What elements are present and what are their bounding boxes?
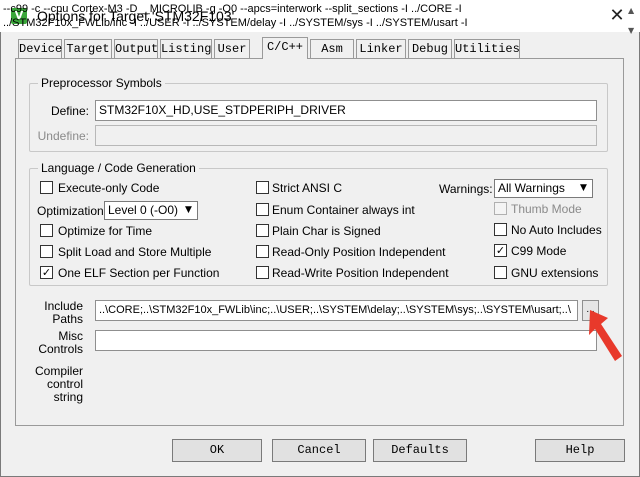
tab-listing[interactable]: Listing (160, 39, 212, 58)
warnings-label: Warnings: (439, 182, 493, 196)
scroll-up-icon[interactable]: ▲ (628, 6, 634, 15)
tab-device[interactable]: Device (18, 39, 62, 58)
optimize-time-label: Optimize for Time (58, 224, 153, 238)
cancel-button[interactable]: Cancel (272, 439, 366, 462)
preprocessor-group-title: Preprocessor Symbols (38, 76, 165, 90)
thumb-mode-checkbox[interactable] (494, 202, 507, 215)
compiler-label-line2: control (46, 377, 83, 391)
warnings-select[interactable]: All Warnings ▼ (494, 179, 593, 198)
strict-ansi-label: Strict ANSI C (272, 181, 343, 195)
compiler-label-line3: string (53, 390, 83, 404)
check-icon: ✓ (41, 266, 52, 279)
gnu-ext-label: GNU extensions (511, 266, 599, 280)
tab-debug[interactable]: Debug (408, 39, 452, 58)
strict-ansi-checkbox[interactable] (256, 181, 269, 194)
misc-controls-input[interactable] (95, 330, 597, 351)
c99-mode-label: C99 Mode (511, 244, 567, 258)
optimization-value: Level 0 (-O0) (108, 203, 179, 217)
execute-only-label: Execute-only Code (58, 181, 160, 195)
ok-button[interactable]: OK (172, 439, 262, 462)
misc-label-line1: Misc (58, 329, 83, 343)
define-label: Define: (50, 104, 89, 118)
plain-char-checkbox[interactable] (256, 224, 269, 237)
annotation-arrow-icon (589, 310, 622, 361)
compiler-string-line2: ../STM32F10x_FWLib/inc -I ../USER -I ../… (3, 17, 468, 29)
tab-asm[interactable]: Asm (310, 39, 354, 58)
tab-linker[interactable]: Linker (356, 39, 406, 58)
no-auto-includes-checkbox[interactable] (494, 223, 507, 236)
tab-target[interactable]: Target (64, 39, 112, 58)
help-button[interactable]: Help (535, 439, 625, 462)
chevron-down-icon: ▼ (580, 183, 587, 193)
defaults-button[interactable]: Defaults (373, 439, 467, 462)
one-elf-checkbox[interactable]: ✓ (40, 266, 53, 279)
include-label-line2: Paths (52, 312, 83, 326)
undefine-input[interactable] (95, 125, 597, 146)
plain-char-label: Plain Char is Signed (272, 224, 381, 238)
warnings-value: All Warnings (498, 181, 565, 195)
gnu-ext-checkbox[interactable] (494, 266, 507, 279)
execute-only-checkbox[interactable] (40, 181, 53, 194)
optimization-select[interactable]: Level 0 (-O0) ▼ (104, 201, 198, 220)
optimization-label: Optimization: (37, 204, 108, 218)
c99-mode-checkbox[interactable]: ✓ (494, 244, 507, 257)
compiler-label-line1: Compiler (34, 364, 83, 378)
check-icon: ✓ (495, 244, 506, 257)
no-auto-includes-label: No Auto Includes (511, 223, 602, 237)
include-paths-input[interactable]: ..\CORE;..\STM32F10x_FWLib\inc;..\USER;.… (95, 300, 578, 321)
language-group-title: Language / Code Generation (38, 161, 199, 175)
include-label-line1: Include (44, 299, 83, 313)
one-elf-label: One ELF Section per Function (58, 266, 220, 280)
optimize-time-checkbox[interactable] (40, 224, 53, 237)
tab-utilities[interactable]: Utilities (454, 39, 520, 58)
undefine-label: Undefine: (37, 129, 89, 143)
tab-c-cpp[interactable]: C/C++ (262, 37, 308, 59)
thumb-mode-label: Thumb Mode (511, 202, 582, 216)
ro-pi-checkbox[interactable] (256, 245, 269, 258)
rw-pi-label: Read-Write Position Independent (272, 266, 449, 280)
tab-output[interactable]: Output (114, 39, 158, 58)
enum-container-label: Enum Container always int (272, 203, 415, 217)
compiler-string-line1: --c99 -c --cpu Cortex-M3 -D__MICROLIB -g… (3, 3, 462, 15)
enum-container-checkbox[interactable] (256, 203, 269, 216)
compiler-string-scrollbar[interactable]: ▲ ▼ (624, 0, 640, 40)
ro-pi-label: Read-Only Position Independent (272, 245, 446, 259)
tab-user[interactable]: User (214, 39, 250, 58)
define-input[interactable]: STM32F10X_HD,USE_STDPERIPH_DRIVER (95, 100, 597, 121)
split-load-checkbox[interactable] (40, 245, 53, 258)
scroll-down-icon[interactable]: ▼ (628, 26, 634, 35)
split-load-label: Split Load and Store Multiple (58, 245, 212, 259)
rw-pi-checkbox[interactable] (256, 266, 269, 279)
chevron-down-icon: ▼ (185, 205, 192, 215)
misc-label-line2: Controls (38, 342, 83, 356)
